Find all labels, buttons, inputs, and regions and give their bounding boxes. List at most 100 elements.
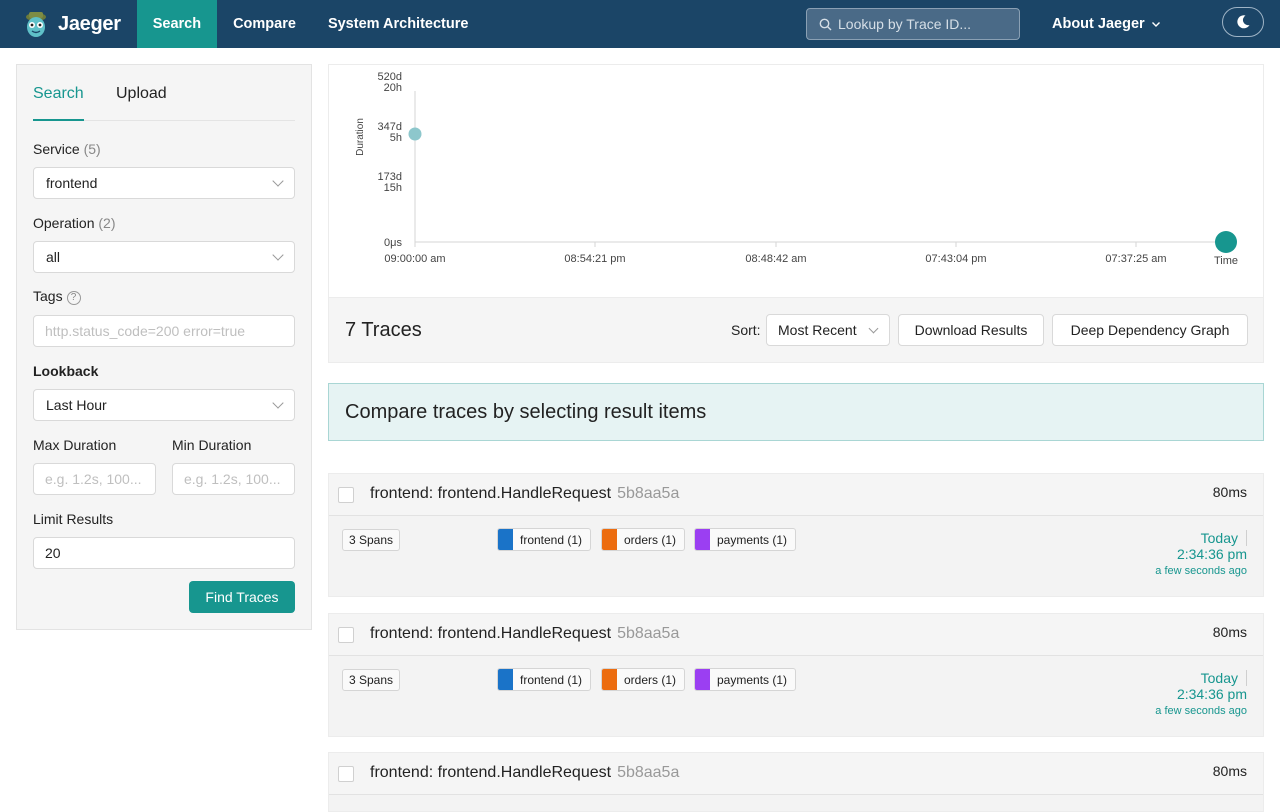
download-results-button[interactable]: Download Results: [898, 314, 1044, 346]
search-sidebar: Search Upload Service (5) frontend Opera…: [16, 64, 312, 630]
service-tag-label: frontend (1): [520, 672, 583, 687]
service-color-swatch: [602, 529, 617, 550]
trace-id: 5b8aa5a: [617, 764, 680, 781]
trace-duration: 80ms: [1212, 763, 1247, 779]
traces-scatter-chart: Duration 520d 20h 347d 5h 173d 15h 0μs 09:00:0…: [328, 64, 1264, 298]
trace-point[interactable]: [1215, 231, 1237, 253]
trace-card[interactable]: frontend: frontend.HandleRequest 5b8aa5a …: [328, 473, 1264, 597]
nav-search[interactable]: Search: [136, 0, 218, 48]
theme-toggle-button[interactable]: [1222, 7, 1264, 37]
sidebar-tabs: Search Upload: [33, 65, 295, 121]
about-jaeger-menu[interactable]: About Jaeger: [1052, 0, 1161, 48]
trace-card-header[interactable]: frontend: frontend.HandleRequest 5b8aa5a …: [329, 753, 1263, 795]
service-color-swatch: [695, 529, 710, 550]
trace-start-time: Today 2:34:36 pm a few seconds ago: [1155, 670, 1247, 717]
compare-banner: Compare traces by selecting result items: [328, 383, 1264, 441]
brand[interactable]: Jaeger: [0, 0, 137, 48]
trace-count: 7 Traces: [345, 319, 422, 341]
trace-select-checkbox[interactable]: [338, 766, 354, 782]
trace-day: Today: [1201, 530, 1247, 546]
sort-label: Sort:: [731, 322, 761, 338]
service-color-swatch: [695, 669, 710, 690]
service-label: Service (5): [33, 141, 101, 157]
x-tick-label: 07:37:25 am: [1105, 253, 1166, 265]
search-icon: [819, 18, 832, 30]
x-axis-label: Time: [1214, 255, 1238, 267]
lookup-placeholder: Lookup by Trace ID...: [838, 16, 972, 32]
trace-title[interactable]: frontend: frontend.HandleRequest 5b8aa5a: [370, 625, 679, 643]
about-label: About Jaeger: [1052, 16, 1145, 32]
operation-select[interactable]: all: [33, 241, 295, 273]
limit-results-input[interactable]: 20: [33, 537, 295, 569]
chevron-down-icon: [868, 323, 879, 334]
trace-start-time: Today 2:34:36 pm a few seconds ago: [1155, 530, 1247, 577]
trace-id-lookup-input[interactable]: Lookup by Trace ID...: [806, 8, 1020, 40]
service-count: (5): [83, 141, 101, 157]
tags-input[interactable]: http.status_code=200 error=true: [33, 315, 295, 347]
service-select[interactable]: frontend: [33, 167, 295, 199]
min-duration-input[interactable]: e.g. 1.2s, 100...: [172, 463, 295, 495]
trace-relative-time: a few seconds ago: [1155, 565, 1247, 577]
trace-select-checkbox[interactable]: [338, 487, 354, 503]
x-tick-label: 09:00:00 am: [384, 253, 445, 265]
service-tag: orders (1): [601, 668, 686, 691]
x-tick-label: 08:48:42 am: [745, 253, 806, 265]
trace-title[interactable]: frontend: frontend.HandleRequest 5b8aa5a: [370, 485, 679, 503]
operation-value: all: [46, 249, 61, 265]
results-header: 7 Traces Sort: Most Recent Download Resu…: [328, 298, 1264, 363]
trace-select-checkbox[interactable]: [338, 627, 354, 643]
trace-name: frontend: frontend.HandleRequest: [370, 625, 612, 642]
help-icon[interactable]: ?: [66, 291, 81, 305]
trace-relative-time: a few seconds ago: [1155, 705, 1247, 717]
find-traces-button[interactable]: Find Traces: [189, 581, 295, 613]
trace-time: 2:34:36 pm: [1176, 686, 1247, 702]
top-nav: Jaeger Search Compare System Architectur…: [0, 0, 1280, 48]
max-duration-input[interactable]: e.g. 1.2s, 100...: [33, 463, 156, 495]
nav-system-architecture[interactable]: System Architecture: [312, 0, 485, 48]
tags-label-text: Tags: [33, 288, 63, 304]
tab-search[interactable]: Search: [33, 85, 84, 103]
tab-upload[interactable]: Upload: [116, 85, 167, 103]
service-value: frontend: [46, 175, 98, 191]
trace-card-header[interactable]: frontend: frontend.HandleRequest 5b8aa5a …: [329, 614, 1263, 656]
span-count-badge: 3 Spans: [342, 669, 401, 691]
operation-label: Operation (2): [33, 215, 116, 231]
deep-dependency-graph-button[interactable]: Deep Dependency Graph: [1052, 314, 1248, 346]
trace-duration: 80ms: [1212, 484, 1247, 500]
nav-compare[interactable]: Compare: [217, 0, 312, 48]
y-tick-label: 0μs: [384, 237, 402, 249]
x-tick-label: 07:43:04 pm: [925, 253, 986, 265]
service-tag-label: frontend (1): [520, 532, 583, 547]
trace-id: 5b8aa5a: [617, 485, 680, 502]
trace-name: frontend: frontend.HandleRequest: [370, 764, 612, 781]
service-tag-label: orders (1): [624, 672, 677, 687]
service-tag: payments (1): [694, 668, 797, 691]
span-count-badge: 3 Spans: [342, 529, 401, 551]
service-tag-label: payments (1): [717, 532, 788, 547]
trace-title[interactable]: frontend: frontend.HandleRequest 5b8aa5a: [370, 764, 679, 782]
operation-count: (2): [98, 215, 116, 231]
x-tick-label: 08:54:21 pm: [564, 253, 625, 265]
trace-card[interactable]: frontend: frontend.HandleRequest 5b8aa5a …: [328, 752, 1264, 812]
trace-id: 5b8aa5a: [617, 625, 680, 642]
sort-select[interactable]: Most Recent: [766, 314, 890, 346]
trace-time: 2:34:36 pm: [1176, 546, 1247, 562]
chevron-down-icon: [272, 397, 284, 409]
lookback-value: Last Hour: [46, 397, 107, 413]
service-tag-label: payments (1): [717, 672, 788, 687]
service-color-swatch: [498, 529, 513, 550]
scatter-plot: Duration 520d20h347d5h173d15h0μs 09:00:0…: [355, 71, 1238, 267]
limit-results-label: Limit Results: [33, 511, 114, 527]
trace-card-header[interactable]: frontend: frontend.HandleRequest 5b8aa5a …: [329, 474, 1263, 516]
y-axis-label: Duration: [355, 118, 366, 156]
trace-point[interactable]: [408, 127, 422, 141]
tags-label: Tags?: [33, 288, 81, 305]
max-duration-label: Max Duration: [33, 437, 117, 453]
y-tick-label: 15h: [384, 182, 402, 194]
trace-card[interactable]: frontend: frontend.HandleRequest 5b8aa5a …: [328, 613, 1264, 737]
service-tag: orders (1): [601, 528, 686, 551]
lookback-select[interactable]: Last Hour: [33, 389, 295, 421]
moon-icon: [1237, 15, 1250, 29]
service-tag: frontend (1): [497, 528, 592, 551]
service-color-swatch: [498, 669, 513, 690]
